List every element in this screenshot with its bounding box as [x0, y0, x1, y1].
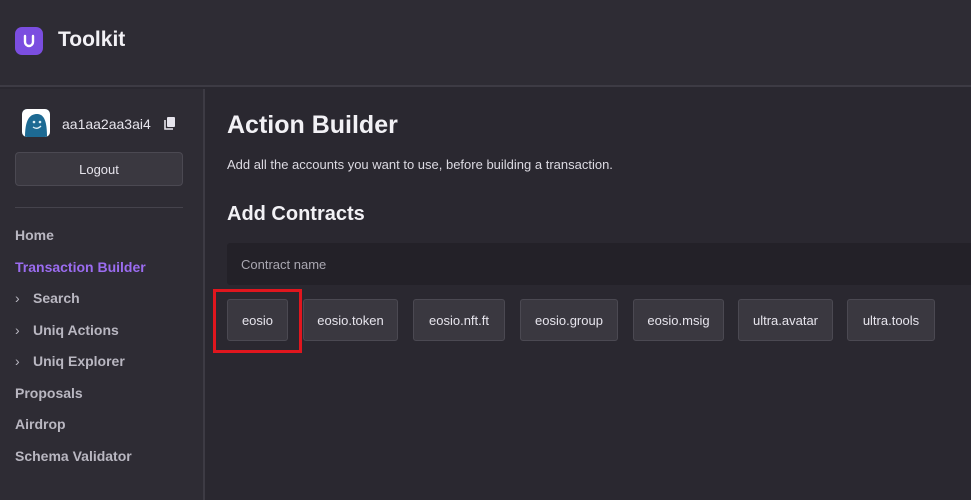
username: aa1aa2aa3ai4	[62, 116, 151, 132]
top-bar: Toolkit	[0, 0, 971, 87]
chevron-right-icon: ›	[15, 290, 20, 306]
contract-chip-ultra-tools[interactable]: ultra.tools	[847, 299, 935, 341]
nav-item-label: Transaction Builder	[15, 259, 146, 275]
nav-item-uniq-actions[interactable]: › Uniq Actions	[15, 322, 119, 338]
contract-chip-eosio-token[interactable]: eosio.token	[303, 299, 398, 341]
main-content: Action Builder Add all the accounts you …	[207, 89, 971, 500]
sidebar: aa1aa2aa3ai4 Logout Home Transaction Bui…	[0, 89, 205, 500]
chevron-right-icon: ›	[15, 353, 20, 369]
nav-item-label: Proposals	[15, 385, 83, 401]
nav-item-label: Uniq Explorer	[33, 353, 125, 369]
nav-item-uniq-explorer[interactable]: › Uniq Explorer	[15, 353, 125, 369]
nav-item-proposals[interactable]: Proposals	[15, 385, 83, 401]
copy-icon[interactable]	[163, 116, 177, 131]
avatar	[22, 109, 50, 137]
app-title: Toolkit	[58, 28, 126, 51]
contract-name-input[interactable]	[227, 243, 971, 285]
nav-item-label: Search	[33, 290, 80, 306]
sidebar-divider	[15, 207, 183, 208]
nav-item-label: Home	[15, 227, 54, 243]
contract-chip-eosio-msig[interactable]: eosio.msig	[633, 299, 724, 341]
contract-chip-eosio-nft-ft[interactable]: eosio.nft.ft	[413, 299, 505, 341]
chevron-right-icon: ›	[15, 322, 20, 338]
nav-item-home[interactable]: Home	[15, 227, 54, 243]
nav-item-label: Uniq Actions	[33, 322, 119, 338]
page-title: Action Builder	[227, 111, 398, 139]
contract-chip-eosio-group[interactable]: eosio.group	[520, 299, 618, 341]
nav-item-label: Airdrop	[15, 416, 66, 432]
contract-chip-ultra-avatar[interactable]: ultra.avatar	[738, 299, 833, 341]
page-subtitle: Add all the accounts you want to use, be…	[227, 157, 613, 172]
logout-button[interactable]: Logout	[15, 152, 183, 186]
nav-item-search[interactable]: › Search	[15, 290, 80, 306]
nav-item-label: Schema Validator	[15, 448, 132, 464]
ultra-logo-icon[interactable]	[15, 27, 43, 55]
nav-item-transaction-builder[interactable]: Transaction Builder	[15, 259, 146, 275]
contract-chip-eosio[interactable]: eosio	[227, 299, 288, 341]
nav-item-schema-validator[interactable]: Schema Validator	[15, 448, 132, 464]
section-title: Add Contracts	[227, 203, 365, 225]
nav-item-airdrop[interactable]: Airdrop	[15, 416, 66, 432]
